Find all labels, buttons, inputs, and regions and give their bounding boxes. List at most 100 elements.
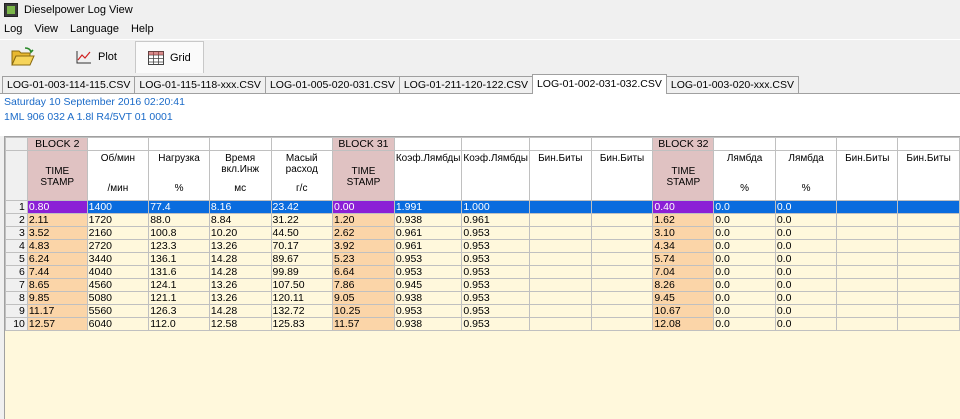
timestamp-cell[interactable]: 8.65	[26, 278, 88, 292]
row-number[interactable]: 5	[5, 252, 28, 266]
data-cell[interactable]	[590, 265, 654, 279]
data-grid[interactable]: BLOCK 2 BLOCK 31 BLOCK 32 TIME STAMP Об/мин/м…	[4, 136, 960, 419]
data-cell[interactable]	[897, 213, 960, 227]
data-cell[interactable]: 0.0	[713, 265, 776, 279]
data-cell[interactable]: 120.11	[270, 291, 334, 305]
data-cell[interactable]	[528, 265, 592, 279]
data-cell[interactable]: 0.938	[393, 213, 463, 227]
tab-log-01-003-020-xxx[interactable]: LOG-01-003-020-xxx.CSV	[665, 76, 800, 93]
data-cell[interactable]	[836, 278, 899, 292]
menu-log[interactable]: Log	[0, 23, 28, 35]
data-cell[interactable]	[590, 317, 654, 331]
data-cell[interactable]: 0.0	[713, 317, 776, 331]
data-cell[interactable]	[836, 317, 899, 331]
timestamp-cell[interactable]: 3.52	[26, 226, 88, 240]
timestamp-cell[interactable]: 9.85	[26, 291, 88, 305]
data-cell[interactable]: 0.0	[713, 304, 776, 318]
data-cell[interactable]	[836, 265, 899, 279]
timestamp-cell[interactable]: 0.40	[652, 200, 715, 214]
data-cell[interactable]: 0.0	[713, 252, 776, 266]
table-row[interactable]: 8 9.85 5080 121.1 13.26 120.11 9.05 0.938 0.953 9…	[5, 291, 960, 305]
column-header[interactable]: Коэф.Лямбды	[393, 150, 463, 201]
data-cell[interactable]	[528, 278, 592, 292]
data-cell[interactable]	[590, 304, 654, 318]
data-cell[interactable]	[528, 252, 592, 266]
timestamp-cell[interactable]: 11.57	[332, 317, 395, 331]
data-cell[interactable]: 0.945	[393, 278, 463, 292]
data-cell[interactable]: 124.1	[148, 278, 210, 292]
data-cell[interactable]: 99.89	[270, 265, 334, 279]
data-cell[interactable]: 0.953	[461, 226, 530, 240]
data-cell[interactable]: 4560	[86, 278, 150, 292]
data-cell[interactable]: 8.16	[208, 200, 272, 214]
column-header[interactable]: Время вкл.Инж мс	[208, 150, 272, 201]
data-cell[interactable]: 0.0	[713, 226, 776, 240]
data-cell[interactable]: 0.0	[774, 226, 838, 240]
tab-log-01-003-114-115[interactable]: LOG-01-003-114-115.CSV	[2, 76, 136, 93]
timestamp-cell[interactable]: 9.05	[332, 291, 395, 305]
data-cell[interactable]	[897, 317, 960, 331]
timestamp-cell[interactable]: 6.64	[332, 265, 395, 279]
data-cell[interactable]	[836, 200, 899, 214]
timestamp-cell[interactable]: 10.25	[332, 304, 395, 318]
timestamp-cell[interactable]: 4.34	[652, 239, 715, 253]
data-cell[interactable]	[590, 239, 654, 253]
data-cell[interactable]: 5080	[86, 291, 150, 305]
table-row[interactable]: 6 7.44 4040 131.6 14.28 99.89 6.64 0.953 0.953 7.…	[5, 265, 960, 279]
timestamp-cell[interactable]: 7.44	[26, 265, 88, 279]
data-cell[interactable]: 0.0	[713, 291, 776, 305]
timestamp-cell[interactable]: 1.20	[332, 213, 395, 227]
timestamp-cell[interactable]: 3.92	[332, 239, 395, 253]
column-header[interactable]: Бин.Биты	[836, 150, 899, 201]
data-cell[interactable]: 1.000	[461, 200, 530, 214]
data-cell[interactable]: 8.84	[208, 213, 272, 227]
data-cell[interactable]	[590, 200, 654, 214]
data-cell[interactable]	[897, 226, 960, 240]
table-row[interactable]: 9 11.17 5560 126.3 14.28 132.72 10.25 0.953 0.95…	[5, 304, 960, 318]
data-cell[interactable]: 4040	[86, 265, 150, 279]
data-cell[interactable]	[528, 213, 592, 227]
data-cell[interactable]: 0.953	[393, 265, 463, 279]
data-cell[interactable]: 0.961	[393, 239, 463, 253]
data-cell[interactable]: 6040	[86, 317, 150, 331]
data-cell[interactable]: 77.4	[148, 200, 210, 214]
data-cell[interactable]: 0.953	[461, 239, 530, 253]
data-cell[interactable]: 126.3	[148, 304, 210, 318]
data-cell[interactable]: 0.0	[774, 317, 838, 331]
timestamp-cell[interactable]: 9.45	[652, 291, 715, 305]
timestamp-cell[interactable]: 12.08	[652, 317, 715, 331]
data-cell[interactable]: 0.953	[461, 265, 530, 279]
data-cell[interactable]: 0.953	[461, 304, 530, 318]
data-cell[interactable]: 0.953	[393, 304, 463, 318]
data-cell[interactable]: 13.26	[208, 291, 272, 305]
timestamp-cell[interactable]: 10.67	[652, 304, 715, 318]
column-header[interactable]: Об/мин/мин	[86, 150, 150, 201]
data-cell[interactable]: 112.0	[148, 317, 210, 331]
row-number[interactable]: 1	[5, 200, 28, 214]
data-cell[interactable]: 132.72	[270, 304, 334, 318]
data-cell[interactable]: 100.8	[148, 226, 210, 240]
data-cell[interactable]: 107.50	[270, 278, 334, 292]
data-cell[interactable]: 1400	[86, 200, 150, 214]
data-cell[interactable]: 0.0	[774, 278, 838, 292]
column-header[interactable]: Коэф.Лямбды	[461, 150, 530, 201]
timestamp-cell[interactable]: 12.57	[26, 317, 88, 331]
data-cell[interactable]	[897, 278, 960, 292]
data-cell[interactable]	[528, 304, 592, 318]
data-cell[interactable]: 0.953	[461, 291, 530, 305]
data-cell[interactable]: 13.26	[208, 278, 272, 292]
data-cell[interactable]: 0.0	[713, 200, 776, 214]
row-number[interactable]: 7	[5, 278, 28, 292]
data-cell[interactable]	[897, 252, 960, 266]
table-row[interactable]: 1 0.80 1400 77.4 8.16 23.42 0.00 1.991 1.000 0.40…	[5, 200, 960, 214]
timestamp-cell[interactable]: 2.11	[26, 213, 88, 227]
data-cell[interactable]	[528, 239, 592, 253]
table-row[interactable]: 7 8.65 4560 124.1 13.26 107.50 7.86 0.945 0.953 8…	[5, 278, 960, 292]
data-cell[interactable]: 13.26	[208, 239, 272, 253]
timestamp-cell[interactable]: 8.26	[652, 278, 715, 292]
data-cell[interactable]: 88.0	[148, 213, 210, 227]
data-cell[interactable]: 14.28	[208, 304, 272, 318]
column-header[interactable]: TIME STAMP	[26, 150, 88, 201]
tab-log-01-005-020-031[interactable]: LOG-01-005-020-031.CSV	[264, 76, 400, 93]
timestamp-cell[interactable]: 7.04	[652, 265, 715, 279]
